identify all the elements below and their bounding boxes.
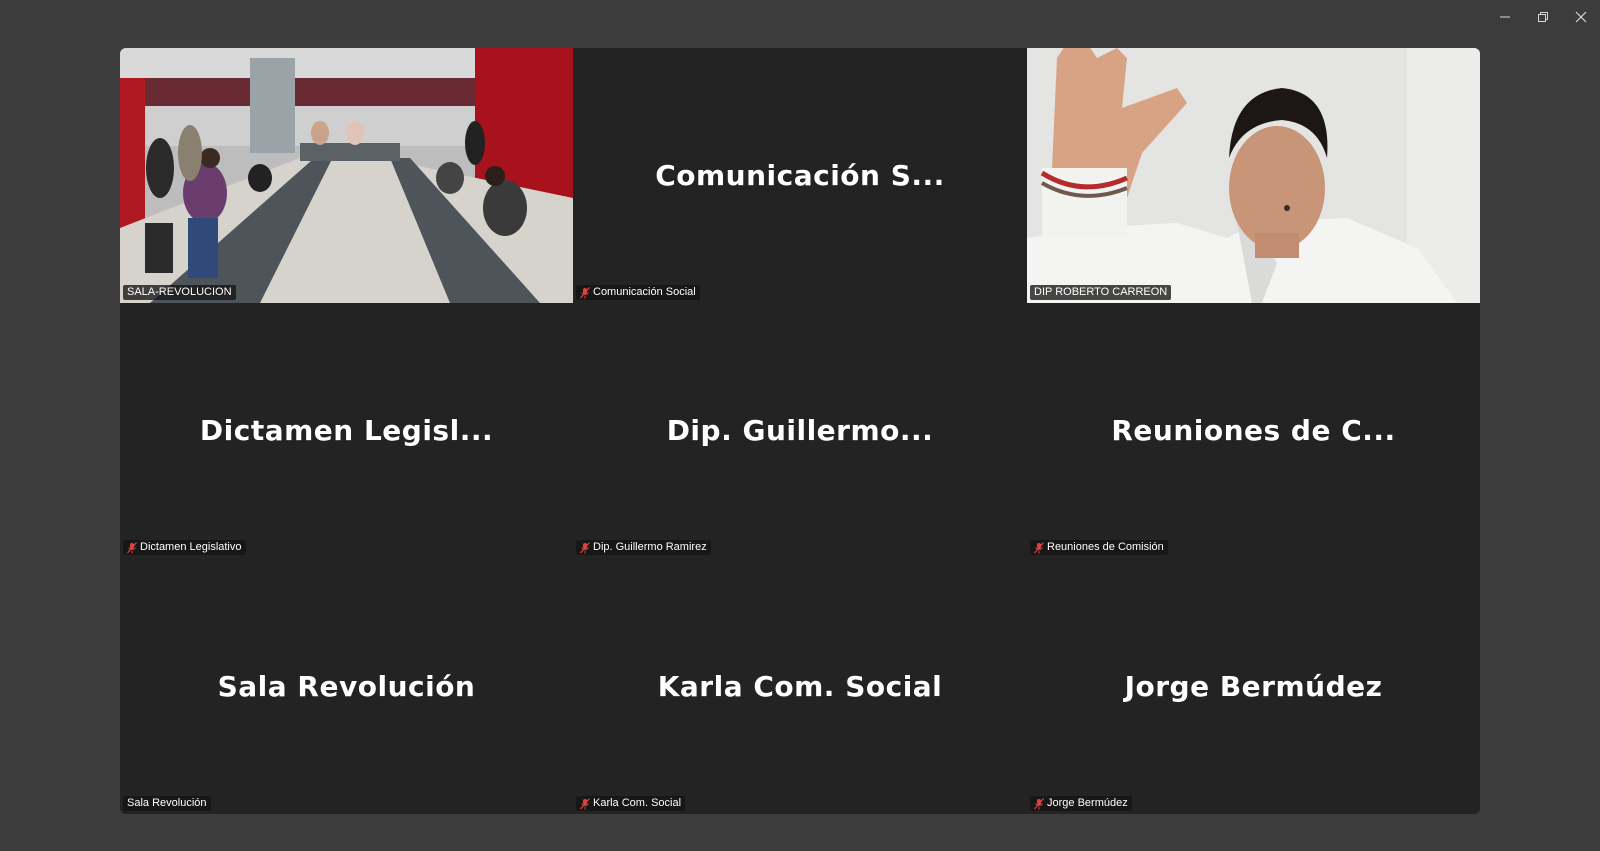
participant-name: SALA-REVOLUCION bbox=[127, 286, 232, 298]
participant-display-name: Dictamen Legisl... bbox=[199, 414, 494, 447]
microphone-muted-icon bbox=[580, 541, 590, 554]
microphone-muted-icon bbox=[127, 541, 137, 554]
participant-tile-jorge-bermudez[interactable]: Jorge Bermúdez Jorge Bermúdez bbox=[1027, 558, 1480, 814]
participant-tile-sala-revolucion-2[interactable]: Sala Revolución Sala Revolución bbox=[120, 558, 573, 814]
participant-name: Dictamen Legislativo bbox=[140, 541, 242, 553]
microphone-muted-icon bbox=[1034, 797, 1044, 810]
participant-name: Reuniones de Comisión bbox=[1047, 541, 1164, 553]
participant-tile-reuniones-de-comision[interactable]: Reuniones de C... Reuniones de Comisión bbox=[1027, 303, 1480, 558]
participant-name-label: Karla Com. Social bbox=[576, 796, 686, 811]
participant-display-name: Karla Com. Social bbox=[657, 669, 943, 703]
speaker-video-feed bbox=[1027, 48, 1480, 303]
participant-tile-sala-revolucion[interactable]: SALA-REVOLUCION bbox=[120, 48, 573, 303]
participant-tile-dip-guillermo-ramirez[interactable]: Dip. Guillermo... Dip. Guillermo Ramirez bbox=[573, 303, 1027, 558]
participant-name-label: Dip. Guillermo Ramirez bbox=[576, 540, 711, 555]
participant-name: Dip. Guillermo Ramirez bbox=[593, 541, 707, 553]
participant-display-name: Sala Revolución bbox=[217, 669, 476, 703]
microphone-muted-icon bbox=[580, 797, 590, 810]
room-video-feed bbox=[120, 48, 573, 303]
participant-name-label: Sala Revolución bbox=[123, 796, 211, 811]
participant-name: Sala Revolución bbox=[127, 797, 207, 809]
participant-name-label: Dictamen Legislativo bbox=[123, 540, 246, 555]
participant-name-label: Comunicación Social bbox=[576, 285, 700, 300]
participant-name-label: DIP ROBERTO CARREON bbox=[1030, 285, 1172, 300]
participant-tile-karla-com-social[interactable]: Karla Com. Social Karla Com. Social bbox=[573, 558, 1027, 814]
participant-name: DIP ROBERTO CARREON bbox=[1034, 286, 1168, 298]
window-controls bbox=[1486, 0, 1600, 34]
participant-grid: SALA-REVOLUCION Comunicación S... Comuni… bbox=[120, 48, 1480, 814]
video-meeting-window: SALA-REVOLUCION Comunicación S... Comuni… bbox=[0, 0, 1600, 851]
participant-tile-dictamen-legislativo[interactable]: Dictamen Legisl... Dictamen Legislativo bbox=[120, 303, 573, 558]
participant-tile-dip-roberto-carreon[interactable]: DIP ROBERTO CARREON bbox=[1027, 48, 1480, 303]
participant-name-label: Jorge Bermúdez bbox=[1030, 796, 1132, 811]
participant-display-name: Comunicación S... bbox=[655, 159, 945, 192]
participant-name: Comunicación Social bbox=[593, 286, 696, 298]
participant-display-name: Jorge Bermúdez bbox=[1124, 669, 1383, 703]
microphone-muted-icon bbox=[580, 286, 590, 299]
participant-tile-comunicacion-social[interactable]: Comunicación S... Comunicación Social bbox=[573, 48, 1027, 303]
close-button[interactable] bbox=[1562, 0, 1600, 34]
minimize-button[interactable] bbox=[1486, 0, 1524, 34]
participant-name: Jorge Bermúdez bbox=[1047, 797, 1128, 809]
restore-button[interactable] bbox=[1524, 0, 1562, 34]
microphone-muted-icon bbox=[1034, 541, 1044, 554]
participant-name-label: SALA-REVOLUCION bbox=[123, 285, 236, 300]
close-icon bbox=[1575, 11, 1587, 23]
participant-name: Karla Com. Social bbox=[593, 797, 682, 809]
participant-name-label: Reuniones de Comisión bbox=[1030, 540, 1168, 555]
minimize-icon bbox=[1500, 16, 1510, 18]
participant-display-name: Reuniones de C... bbox=[1111, 414, 1396, 447]
restore-icon bbox=[1538, 12, 1548, 22]
participant-display-name: Dip. Guillermo... bbox=[666, 414, 934, 447]
